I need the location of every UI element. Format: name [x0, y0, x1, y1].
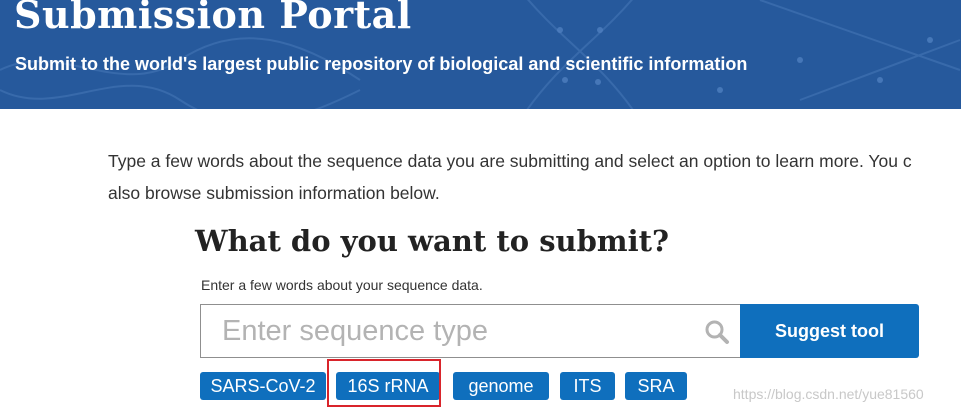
search-row: Suggest tool: [200, 304, 919, 358]
suggestion-chip-genome[interactable]: genome: [453, 372, 549, 400]
suggest-tool-button[interactable]: Suggest tool: [740, 304, 919, 358]
header-banner: Submission Portal Submit to the world's …: [0, 0, 961, 109]
search-icon[interactable]: [704, 319, 730, 345]
intro-text: Type a few words about the sequence data…: [108, 145, 961, 209]
search-box: [200, 304, 740, 358]
watermark-text: https://blog.csdn.net/yue81560: [733, 386, 924, 402]
page-subtitle: Submit to the world's largest public rep…: [15, 54, 748, 74]
intro-line-2: also browse submission information below…: [108, 183, 440, 203]
highlight-annotation-box: [327, 359, 441, 407]
intro-line-1: Type a few words about the sequence data…: [108, 151, 912, 171]
search-hint: Enter a few words about your sequence da…: [201, 277, 483, 293]
suggestion-chip-sars-cov-2[interactable]: SARS-CoV-2: [200, 372, 326, 400]
suggestion-chip-sra[interactable]: SRA: [625, 372, 687, 400]
submit-question-heading: What do you want to submit?: [195, 224, 669, 258]
page-title: Submission Portal: [14, 0, 412, 37]
sequence-type-input[interactable]: [201, 305, 740, 357]
suggestion-chip-its[interactable]: ITS: [560, 372, 615, 400]
